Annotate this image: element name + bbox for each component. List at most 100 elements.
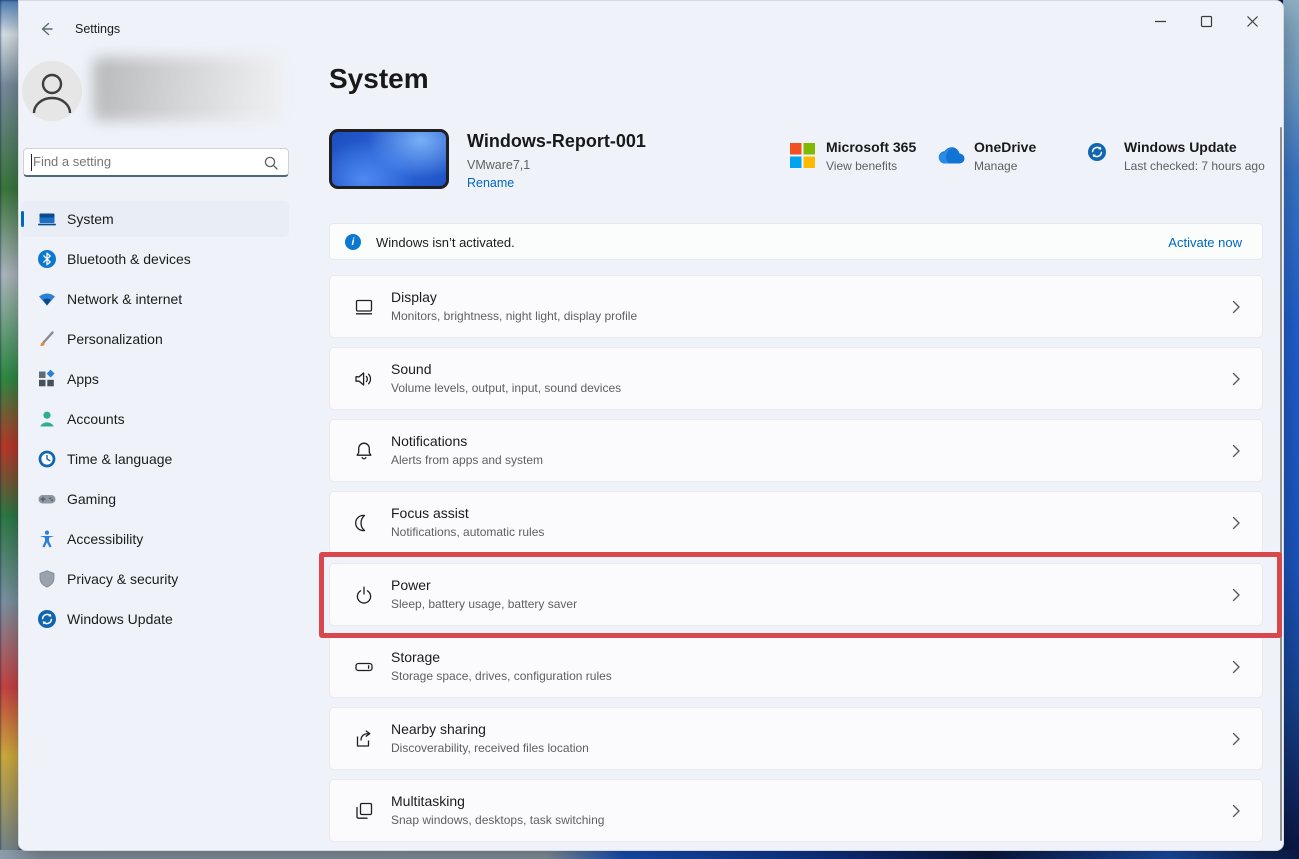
settings-row-display[interactable]: Display Monitors, brightness, night light… — [329, 275, 1263, 338]
row-subtitle: Monitors, brightness, night light, displ… — [391, 309, 638, 323]
device-model: VMware7,1 — [467, 158, 531, 172]
window-controls — [1137, 5, 1275, 37]
sidebar-item-network-and-internet[interactable]: Network & internet — [21, 281, 289, 317]
minimize-button[interactable] — [1137, 5, 1183, 37]
sidebar-item-bluetooth-and-devices[interactable]: Bluetooth & devices — [21, 241, 289, 277]
quick-link-windows-update[interactable]: Windows Update Last checked: 7 hours ago — [1087, 139, 1265, 173]
sound-icon — [352, 367, 376, 391]
settings-row-power[interactable]: Power Sleep, battery usage, battery saver — [329, 563, 1263, 626]
back-button[interactable] — [31, 14, 61, 44]
settings-row-focus-assist[interactable]: Focus assist Notifications, automatic rul… — [329, 491, 1263, 554]
chevron-right-icon — [1226, 297, 1246, 317]
chevron-right-icon — [1226, 441, 1246, 461]
activate-now-link[interactable]: Activate now — [1168, 235, 1242, 250]
settings-row-nearby-sharing[interactable]: Nearby sharing Discoverability, received … — [329, 707, 1263, 770]
desktop-edge-right — [1283, 0, 1299, 859]
row-subtitle: Volume levels, output, input, sound devi… — [391, 381, 622, 395]
sidebar-item-accounts[interactable]: Accounts — [21, 401, 289, 437]
sidebar-item-label: Network & internet — [67, 291, 183, 307]
sidebar-item-time-and-language[interactable]: Time & language — [21, 441, 289, 477]
sidebar-item-apps[interactable]: Apps — [21, 361, 289, 397]
windows-update-icon — [37, 609, 57, 629]
quick-link-subtitle: View benefits — [826, 159, 898, 173]
selected-indicator — [21, 211, 24, 227]
chevron-right-icon — [1226, 369, 1246, 389]
info-icon: i — [345, 234, 361, 250]
row-subtitle: Storage space, drives, configuration rul… — [391, 669, 612, 683]
gaming-icon — [37, 489, 57, 509]
quick-link-microsoft-365[interactable]: Microsoft 365 View benefits — [789, 139, 916, 173]
device-name: Windows-Report-001 — [467, 131, 646, 151]
apps-icon — [37, 369, 57, 389]
chevron-right-icon — [1226, 801, 1246, 821]
row-subtitle: Sleep, battery usage, battery saver — [391, 597, 578, 611]
device-wallpaper-thumbnail — [329, 129, 449, 189]
user-name-blurred — [93, 57, 281, 121]
sidebar-item-label: Personalization — [67, 331, 163, 347]
network-icon — [37, 289, 57, 309]
row-subtitle: Alerts from apps and system — [391, 453, 544, 467]
sidebar-item-label: Accessibility — [67, 531, 144, 547]
settings-row-storage[interactable]: Storage Storage space, drives, configurat… — [329, 635, 1263, 698]
close-button[interactable] — [1229, 5, 1275, 37]
sidebar-item-gaming[interactable]: Gaming — [21, 481, 289, 517]
settings-window: Settings System Bluetooth & devices Networ… — [18, 0, 1284, 851]
sidebar-item-system[interactable]: System — [21, 201, 289, 237]
focus-assist-icon — [352, 511, 376, 535]
settings-row-notifications[interactable]: Notifications Alerts from apps and system — [329, 419, 1263, 482]
sidebar-item-label: System — [67, 211, 114, 227]
sidebar-item-label: Privacy & security — [67, 571, 179, 587]
maximize-button[interactable] — [1183, 5, 1229, 37]
settings-row-sound[interactable]: Sound Volume levels, output, input, sound… — [329, 347, 1263, 410]
microsoft-365-icon — [789, 142, 816, 169]
onedrive-icon — [937, 142, 965, 169]
quick-link-title: Microsoft 365 — [826, 139, 917, 155]
display-icon — [352, 295, 376, 319]
user-avatar[interactable] — [22, 61, 82, 121]
rename-link[interactable]: Rename — [467, 176, 514, 190]
sidebar-item-label: Bluetooth & devices — [67, 251, 191, 267]
row-title: Power — [391, 577, 431, 593]
sidebar-item-privacy-and-security[interactable]: Privacy & security — [21, 561, 289, 597]
row-title: Notifications — [391, 433, 468, 449]
text-caret — [31, 154, 32, 171]
bluetooth-icon — [37, 249, 57, 269]
privacy-security-icon — [37, 569, 57, 589]
desktop-edge-bottom — [0, 850, 1299, 859]
notifications-icon — [352, 439, 376, 463]
page-title: System — [329, 63, 429, 94]
system-icon — [37, 209, 57, 229]
sidebar-item-personalization[interactable]: Personalization — [21, 321, 289, 357]
vertical-scrollbar[interactable] — [1280, 127, 1282, 841]
search-input[interactable] — [33, 149, 253, 174]
sidebar-item-label: Gaming — [67, 491, 117, 507]
chevron-right-icon — [1226, 729, 1246, 749]
quick-link-subtitle: Manage — [974, 159, 1018, 173]
sidebar-item-label: Time & language — [67, 451, 173, 467]
windows-update-icon — [1087, 142, 1114, 169]
accounts-icon — [37, 409, 57, 429]
window-title: Settings — [75, 22, 121, 36]
row-subtitle: Discoverability, received files location — [391, 741, 589, 755]
chevron-right-icon — [1226, 513, 1246, 533]
row-title: Storage — [391, 649, 441, 665]
multitasking-icon — [352, 799, 376, 823]
quick-link-title: Windows Update — [1124, 139, 1237, 155]
sidebar-item-windows-update[interactable]: Windows Update — [21, 601, 289, 637]
activation-message: Windows isn’t activated. — [376, 235, 515, 250]
accessibility-icon — [37, 529, 57, 549]
row-title: Focus assist — [391, 505, 469, 521]
quick-link-onedrive[interactable]: OneDrive Manage — [937, 139, 1036, 173]
sidebar-item-accessibility[interactable]: Accessibility — [21, 521, 289, 557]
search-box[interactable] — [23, 148, 289, 177]
time-language-icon — [37, 449, 57, 469]
settings-row-multitasking[interactable]: Multitasking Snap windows, desktops, task… — [329, 779, 1263, 842]
back-arrow-icon — [38, 21, 54, 37]
nearby-sharing-icon — [352, 727, 376, 751]
quick-link-subtitle: Last checked: 7 hours ago — [1124, 159, 1265, 173]
row-title: Display — [391, 289, 437, 305]
desktop-edge-left — [0, 0, 20, 859]
row-title: Sound — [391, 361, 432, 377]
power-icon — [352, 583, 376, 607]
storage-icon — [352, 655, 376, 679]
